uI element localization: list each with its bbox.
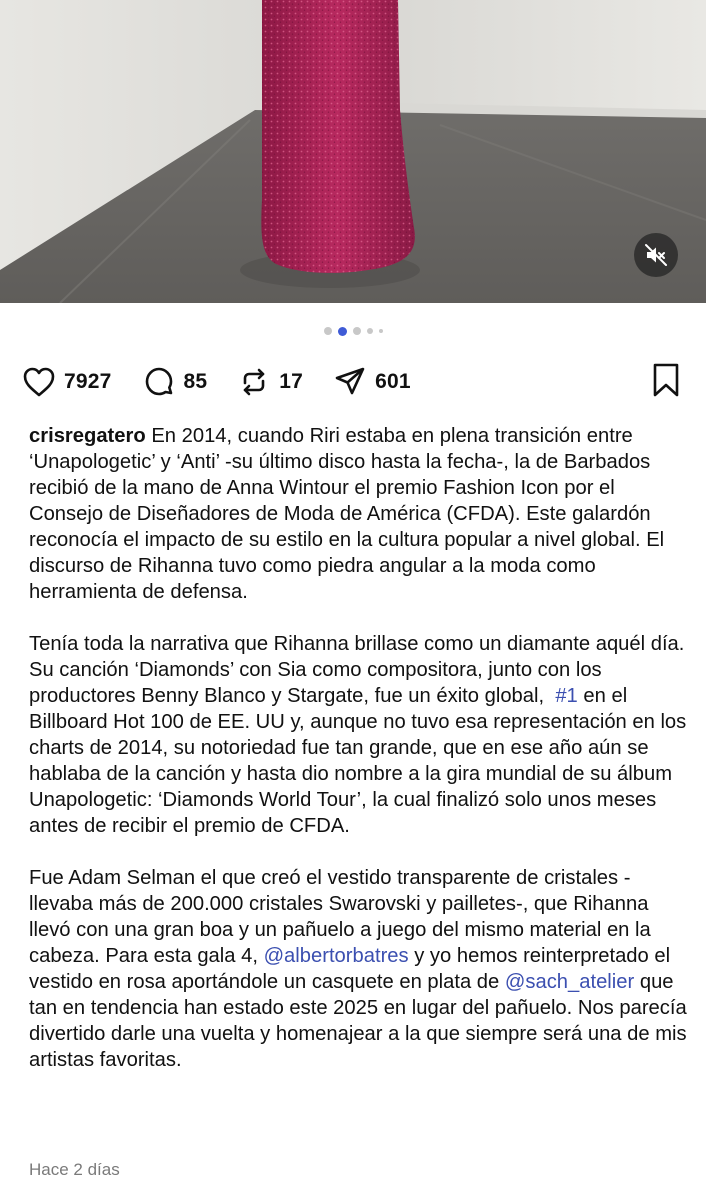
caption-text: en el Billboard Hot 100 de EE. UU y, aun… [29,685,687,837]
comment-icon [145,367,172,396]
carousel-dot[interactable] [378,329,383,333]
speaker-muted-icon [645,244,667,266]
share-button[interactable]: 601 [333,365,411,399]
repost-button[interactable]: 17 [237,365,303,399]
carousel-dot[interactable] [323,327,332,335]
mention-link[interactable]: @sach_atelier [505,971,634,993]
carousel-indicator [0,323,706,339]
carousel-dot[interactable] [366,328,373,334]
repost-icon [243,368,265,396]
mute-button[interactable] [634,233,678,277]
caption-paragraph-2: Tenía toda la narrativa que Rihanna bril… [29,631,691,839]
caption-username[interactable]: crisregatero [29,425,146,447]
caption-paragraph-3: Fue Adam Selman el que creó el vestido t… [29,865,691,1073]
post-photo [0,0,706,303]
caption-paragraph-1: crisregatero En 2014, cuando Riri estaba… [29,423,691,605]
comment-count: 85 [183,370,208,393]
post-caption: crisregatero En 2014, cuando Riri estaba… [29,423,691,1099]
bookmark-icon [653,363,679,396]
share-count: 601 [375,370,411,393]
carousel-dot[interactable] [352,327,361,335]
repost-count: 17 [279,370,304,393]
post-timestamp: Hace 2 días [29,1160,120,1179]
like-count: 7927 [64,370,112,393]
mention-link[interactable]: @albertorbatres [264,945,409,967]
carousel-dot-active[interactable] [337,326,347,336]
comment-button[interactable]: 85 [142,365,208,399]
hashtag-link[interactable]: #1 [555,685,577,707]
like-button[interactable]: 7927 [22,366,112,398]
action-bar: 7927 85 17 601 [22,360,682,404]
post-media[interactable] [0,0,706,303]
paper-plane-icon [335,367,365,395]
caption-text: En 2014, cuando Riri estaba en plena tra… [29,425,665,603]
save-button[interactable] [650,362,682,403]
heart-icon [23,367,55,397]
